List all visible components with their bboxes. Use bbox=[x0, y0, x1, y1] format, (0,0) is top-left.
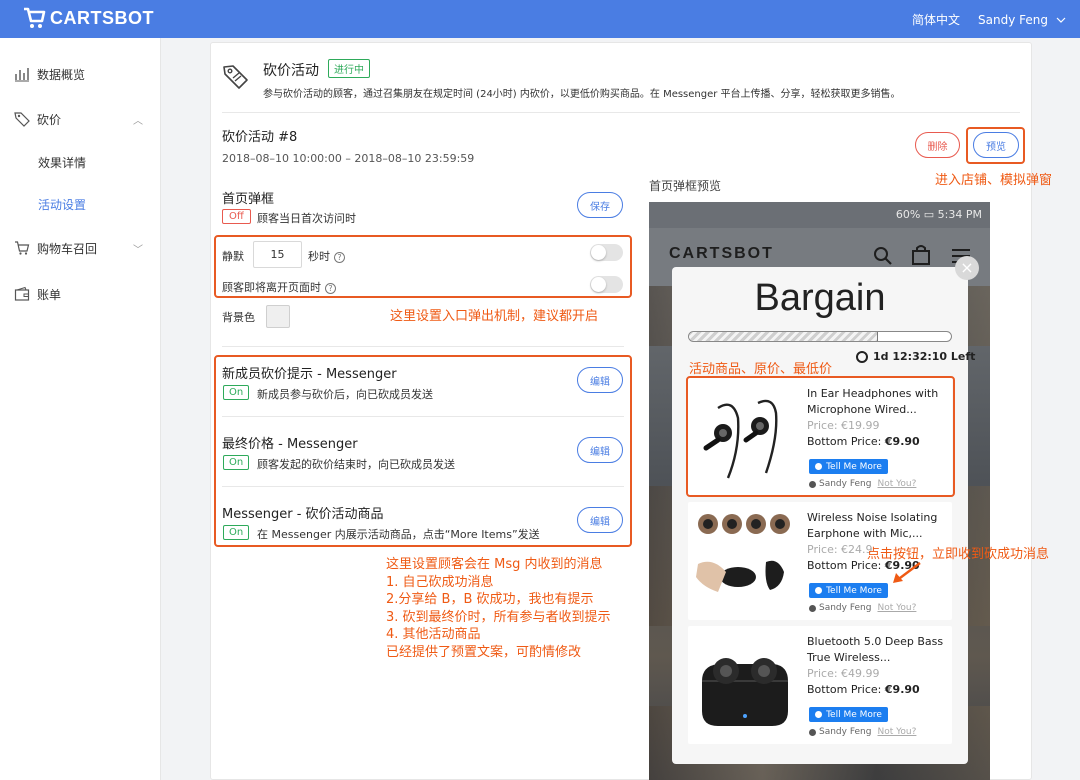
chevron-down-icon[interactable] bbox=[1056, 17, 1066, 23]
product-bottom-price: Bottom Price: €9.90 bbox=[807, 683, 920, 696]
bar-chart-icon bbox=[15, 68, 29, 82]
message-description: 在 Messenger 内展示活动商品，点击“More Items”发送 bbox=[257, 528, 540, 541]
sidebar-item-activity-settings[interactable]: 活动设置 bbox=[38, 196, 86, 213]
sidebar-item-cart-recovery[interactable]: 购物车召回 ﹀ bbox=[0, 233, 161, 263]
bargain-tag-icon bbox=[223, 65, 248, 89]
earbuds-case-image bbox=[702, 658, 788, 726]
idle-label: 静默 bbox=[222, 250, 244, 263]
sidebar-item-effect-details[interactable]: 效果详情 bbox=[38, 154, 86, 171]
idle-unit-label: 秒时? bbox=[308, 248, 345, 264]
cart-icon bbox=[15, 241, 30, 255]
help-icon[interactable]: ? bbox=[325, 282, 336, 294]
message-status-tag: On bbox=[223, 455, 250, 470]
sidebar-item-bargain[interactable]: 砍价 ︿ bbox=[0, 104, 161, 134]
edit-button[interactable]: 编辑 bbox=[577, 367, 623, 393]
bargain-progress-bar bbox=[688, 331, 952, 342]
earphones-image bbox=[696, 514, 790, 592]
brand-name: CARTSBOT bbox=[50, 7, 154, 28]
tell-me-more-button[interactable]: Tell Me More bbox=[809, 707, 888, 722]
idle-toggle[interactable] bbox=[590, 244, 623, 261]
delete-button[interactable]: 删除 bbox=[915, 132, 960, 158]
message-title: Messenger - 砍价活动商品 bbox=[222, 507, 384, 522]
language-switch[interactable]: 简体中文 bbox=[912, 11, 960, 28]
not-you-link[interactable]: Not You? bbox=[877, 727, 916, 737]
background-color-label: 背景色 bbox=[222, 311, 255, 324]
bargain-title: Bargain bbox=[754, 277, 886, 319]
status-badge: 进行中 bbox=[328, 59, 370, 78]
messenger-icon bbox=[815, 587, 823, 594]
chevron-up-icon: ︿ bbox=[133, 115, 143, 127]
product-price: Price: €24.9 bbox=[807, 543, 873, 556]
divider bbox=[222, 346, 624, 347]
page-description: 参与砍价活动的顾客，通过召集朋友在规定时间 (24小时) 内砍价，以更低价购买商… bbox=[263, 89, 901, 100]
leave-page-toggle[interactable] bbox=[590, 276, 623, 293]
popup-status-tag: Off bbox=[222, 209, 251, 224]
message-title: 最终价格 - Messenger bbox=[222, 437, 358, 452]
preview-title: 首页弹框预览 bbox=[649, 179, 722, 193]
divider bbox=[222, 416, 624, 417]
cart-logo-icon bbox=[24, 7, 46, 28]
tag-icon bbox=[14, 112, 30, 127]
annotation-trigger-note: 这里设置入口弹出机制，建议都开启 bbox=[390, 309, 599, 324]
product-price: Price: €49.99 bbox=[807, 667, 880, 680]
phone-status-bar: 60% ▭ 5:34 PM bbox=[649, 202, 990, 228]
sidebar: 数据概览 砍价 ︿ 效果详情 活动设置 购物车召回 ﹀ 账单 bbox=[0, 38, 161, 780]
sidebar-item-label: 购物车召回 bbox=[37, 241, 98, 256]
popup-section-title: 首页弹框 bbox=[222, 192, 275, 207]
message-status-tag: On bbox=[223, 525, 250, 540]
search-icon bbox=[874, 247, 892, 265]
avatar bbox=[809, 604, 816, 612]
sidebar-item-overview[interactable]: 数据概览 bbox=[0, 59, 161, 89]
countdown-timer: 1d 12:32:10 Left bbox=[856, 350, 975, 363]
message-title: 新成员砍价提示 - Messenger bbox=[222, 367, 397, 382]
chevron-down-icon: ﹀ bbox=[133, 244, 143, 256]
product-name: Wireless Noise Isolating Earphone with M… bbox=[807, 511, 938, 540]
page-title: 砍价活动 bbox=[263, 63, 319, 79]
annotation-box-product bbox=[686, 376, 955, 497]
background-color-picker[interactable] bbox=[266, 305, 290, 328]
product-name: Bluetooth 5.0 Deep Bass True Wireless... bbox=[807, 635, 944, 664]
store-brand: CARTSBOT bbox=[669, 245, 774, 262]
sidebar-item-label: 账单 bbox=[37, 287, 62, 302]
top-bar: CARTSBOT 简体中文 Sandy Feng bbox=[0, 0, 1080, 38]
wallet-icon bbox=[14, 286, 30, 301]
sidebar-item-label: 砍价 bbox=[37, 112, 62, 127]
activity-name: 砍价活动 #8 bbox=[222, 130, 298, 145]
arrow-icon bbox=[893, 562, 921, 583]
save-button[interactable]: 保存 bbox=[577, 192, 623, 218]
help-icon[interactable]: ? bbox=[334, 251, 345, 263]
annotation-preview-note: 进入店铺、模拟弹窗 bbox=[935, 173, 1053, 188]
logo[interactable]: CARTSBOT bbox=[22, 7, 154, 29]
annotation-box-preview bbox=[966, 127, 1025, 164]
leave-page-label: 顾客即将离开页面时? bbox=[222, 279, 336, 295]
sidebar-item-billing[interactable]: 账单 bbox=[0, 279, 161, 309]
divider bbox=[222, 112, 1020, 113]
stopwatch-icon bbox=[856, 350, 868, 363]
avatar bbox=[809, 728, 816, 736]
tell-me-more-button[interactable]: Tell Me More bbox=[809, 583, 888, 598]
message-status-tag: On bbox=[223, 385, 250, 400]
user-menu[interactable]: Sandy Feng bbox=[978, 13, 1048, 27]
divider bbox=[222, 486, 624, 487]
messenger-user: Sandy Feng Not You? bbox=[809, 727, 916, 737]
messenger-user: Sandy Feng Not You? bbox=[809, 603, 916, 613]
sidebar-item-label: 数据概览 bbox=[37, 67, 86, 82]
popup-description: 顾客当日首次访问时 bbox=[257, 212, 356, 225]
idle-seconds-input[interactable]: 15 bbox=[253, 241, 302, 268]
activity-time-range: 2018–08–10 10:00:00 – 2018–08–10 23:59:5… bbox=[222, 152, 475, 165]
messenger-icon bbox=[815, 711, 823, 718]
annotation-product-note: 活动商品、原价、最低价 bbox=[689, 362, 833, 377]
annotation-messages-note: 这里设置顾客会在 Msg 内收到的消息 1. 自己砍成功消息 2.分享给 B，B… bbox=[386, 557, 611, 660]
message-description: 顾客发起的砍价结束时，向已砍成员发送 bbox=[257, 458, 455, 471]
edit-button[interactable]: 编辑 bbox=[577, 437, 623, 463]
edit-button[interactable]: 编辑 bbox=[577, 507, 623, 533]
product-card[interactable]: Bluetooth 5.0 Deep Bass True Wireless...… bbox=[688, 626, 952, 744]
shopping-bag-icon bbox=[912, 245, 930, 265]
message-description: 新成员参与砍价后，向已砍成员发送 bbox=[257, 388, 433, 401]
not-you-link[interactable]: Not You? bbox=[877, 603, 916, 613]
